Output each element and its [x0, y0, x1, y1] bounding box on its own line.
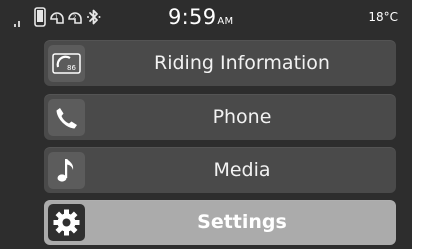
display-screen: 1 2 9:59AM 18°C 86 Riding Information Ph…: [0, 0, 412, 249]
clock-time: 9:59: [168, 5, 217, 29]
menu-item-phone[interactable]: Phone: [44, 94, 396, 140]
clock: 9:59AM: [168, 2, 233, 32]
menu-item-label: Media: [213, 159, 271, 181]
phone-connected-icon: [34, 7, 46, 27]
menu-item-label: Riding Information: [154, 52, 330, 74]
music-note-icon: [48, 152, 85, 189]
speedometer-icon: 86: [48, 45, 85, 82]
phone-handset-icon: [48, 99, 85, 136]
menu-item-media[interactable]: Media: [44, 147, 396, 193]
bluetooth-icon: [86, 6, 102, 28]
menu-item-label: Phone: [212, 106, 272, 128]
signal-icon: [12, 6, 32, 28]
menu-item-riding-information[interactable]: 86 Riding Information: [44, 40, 396, 86]
clock-period: AM: [217, 16, 234, 27]
helmet-2-number: 2: [73, 14, 77, 21]
status-bar: 1 2 9:59AM 18°C: [0, 0, 412, 34]
gear-icon: [48, 204, 85, 241]
menu-item-settings[interactable]: Settings: [44, 200, 396, 245]
temperature-readout: 18°C: [368, 10, 398, 24]
speedometer-readout: 86: [67, 64, 76, 72]
helmet-1-number: 1: [55, 14, 59, 21]
menu-item-label: Settings: [197, 211, 287, 233]
helmet-2-icon: 2: [66, 6, 84, 28]
helmet-1-icon: 1: [48, 6, 66, 28]
